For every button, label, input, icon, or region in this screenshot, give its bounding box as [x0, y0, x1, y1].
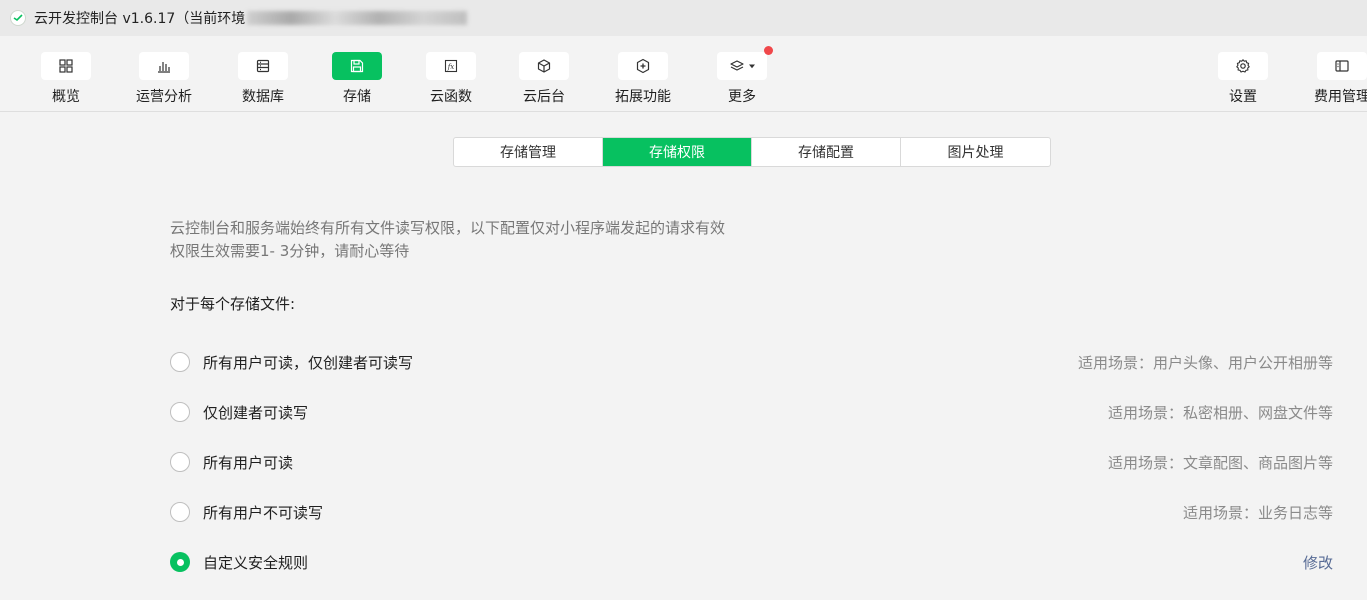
- radio-button[interactable]: [170, 402, 190, 422]
- billing-icon: [1335, 60, 1349, 72]
- toolbar-item-label: 运营分析: [136, 89, 192, 105]
- modify-rules-link[interactable]: 修改: [1303, 552, 1333, 573]
- option-custom-rules[interactable]: 自定义安全规则: [170, 552, 308, 573]
- window-title: 云开发控制台 v1.6.17（当前环境: [34, 11, 246, 27]
- notification-badge: [764, 46, 773, 55]
- radio-button[interactable]: [170, 502, 190, 522]
- toolbar-item-label: 拓展功能: [615, 89, 671, 105]
- toolbar-item-settings[interactable]: 设置: [1198, 52, 1288, 106]
- option-all-read-creator-write[interactable]: 所有用户可读，仅创建者可读写: [170, 352, 413, 373]
- option-hint: 适用场景：私密相册、网盘文件等: [1107, 403, 1333, 422]
- option-hint: 适用场景：业务日志等: [1182, 503, 1333, 522]
- toolbar-item-label: 云函数: [430, 89, 472, 105]
- option-creator-read-write[interactable]: 仅创建者可读写: [170, 402, 308, 423]
- svg-text:fx: fx: [447, 63, 455, 71]
- option-label: 仅创建者可读写: [203, 403, 309, 422]
- tab-storage-permissions[interactable]: 存储权限: [603, 138, 752, 166]
- option-label: 自定义安全规则: [203, 553, 309, 572]
- tab-storage-config[interactable]: 存储配置: [752, 138, 901, 166]
- option-no-access[interactable]: 所有用户不可读写: [170, 502, 323, 523]
- app-logo-icon: [10, 10, 26, 26]
- radio-button-checked[interactable]: [170, 552, 190, 572]
- gear-icon: [1236, 59, 1250, 73]
- toolbar-item-extensions[interactable]: 拓展功能: [598, 52, 688, 106]
- layers-icon: [730, 60, 744, 71]
- toolbar-item-label: 数据库: [242, 89, 284, 105]
- toolbar-item-label: 更多: [728, 89, 756, 105]
- option-label: 所有用户不可读写: [203, 503, 324, 522]
- toolbar-item-label: 存储: [343, 89, 371, 105]
- grid-icon: [59, 59, 73, 73]
- toolbar-item-label: 云后台: [523, 89, 565, 105]
- radio-button[interactable]: [170, 452, 190, 472]
- caret-down-icon: [749, 64, 755, 69]
- extension-icon: [636, 58, 650, 74]
- toolbar-item-label: 设置: [1229, 89, 1257, 105]
- toolbar-item-database[interactable]: 数据库: [218, 52, 308, 106]
- option-hint: 适用场景：文章配图、商品图片等: [1107, 453, 1333, 472]
- function-icon: fx: [444, 59, 458, 73]
- description-line: 云控制台和服务端始终有所有文件读写权限，以下配置仅对小程序端发起的请求有效: [170, 219, 726, 237]
- database-icon: [256, 59, 270, 73]
- storage-tabs: 存储管理 存储权限 存储配置 图片处理: [453, 137, 1051, 167]
- toolbar-item-label: 费用管理: [1314, 89, 1367, 105]
- permission-option: 所有用户可读 适用场景：文章配图、商品图片等: [170, 450, 1333, 474]
- main-toolbar: 概览 运营分析 数据库 存储 fx 云函数 云后台 拓展功能 更多 设置 费用管…: [0, 36, 1367, 112]
- toolbar-item-cloud-function[interactable]: fx 云函数: [406, 52, 496, 106]
- option-all-read[interactable]: 所有用户可读: [170, 452, 293, 473]
- tab-image-processing[interactable]: 图片处理: [901, 138, 1050, 166]
- toolbar-item-billing[interactable]: 费用管理: [1297, 52, 1367, 106]
- section-title: 对于每个存储文件:: [170, 295, 296, 313]
- cube-icon: [537, 59, 551, 73]
- radio-button[interactable]: [170, 352, 190, 372]
- blurred-environment-id: [247, 11, 468, 25]
- toolbar-item-label: 概览: [52, 89, 80, 105]
- description-line: 权限生效需要1- 3分钟，请耐心等待: [170, 242, 410, 260]
- toolbar-item-cloud-backend[interactable]: 云后台: [499, 52, 589, 106]
- option-label: 所有用户可读: [203, 453, 294, 472]
- option-hint: 适用场景：用户头像、用户公开相册等: [1077, 353, 1333, 372]
- permission-option: 仅创建者可读写 适用场景：私密相册、网盘文件等: [170, 400, 1333, 424]
- bar-chart-icon: [158, 62, 170, 73]
- title-bar: 云开发控制台 v1.6.17（当前环境: [0, 0, 1367, 36]
- permission-option: 所有用户不可读写 适用场景：业务日志等: [170, 500, 1333, 524]
- toolbar-item-overview[interactable]: 概览: [21, 52, 111, 106]
- permission-option: 所有用户可读，仅创建者可读写 适用场景：用户头像、用户公开相册等: [170, 350, 1333, 374]
- option-label: 所有用户可读，仅创建者可读写: [203, 353, 414, 372]
- save-icon: [350, 59, 364, 73]
- toolbar-item-more[interactable]: 更多: [697, 46, 787, 106]
- tab-storage-management[interactable]: 存储管理: [454, 138, 603, 166]
- permission-option: 自定义安全规则 修改: [170, 550, 1333, 574]
- permission-description: 云控制台和服务端始终有所有文件读写权限，以下配置仅对小程序端发起的请求有效 权限…: [170, 217, 725, 263]
- toolbar-item-storage[interactable]: 存储: [312, 52, 402, 106]
- toolbar-item-analytics[interactable]: 运营分析: [119, 52, 209, 106]
